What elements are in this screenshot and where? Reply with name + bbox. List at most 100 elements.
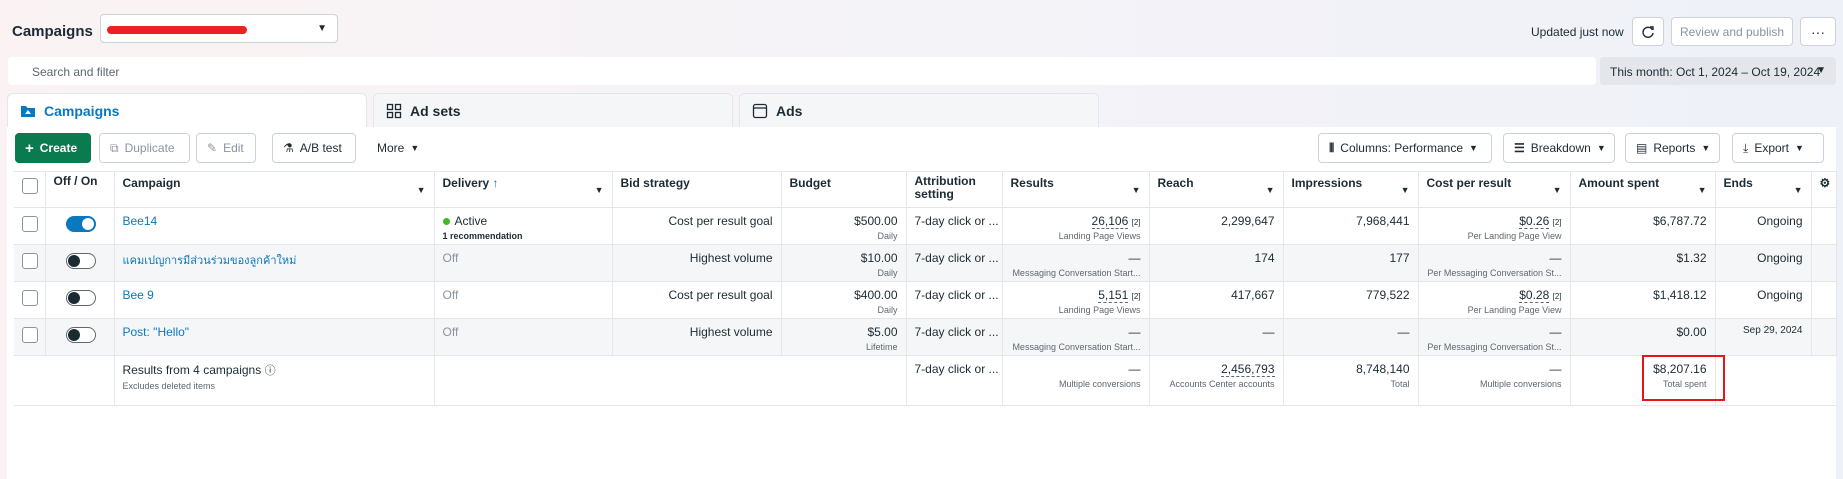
- summary-reach-type: Accounts Center accounts: [1169, 379, 1275, 389]
- ab-test-button[interactable]: ⚗ A/B test: [272, 133, 356, 163]
- header-cost-per-result[interactable]: Cost per result ▼: [1418, 171, 1571, 208]
- campaign-name-link[interactable]: Bee 9: [123, 288, 154, 302]
- toggle-cell[interactable]: [45, 207, 115, 245]
- header-campaign[interactable]: Campaign ▼: [114, 171, 435, 208]
- ad-account-select[interactable]: ▼: [100, 14, 338, 43]
- active-status-dot: [442, 218, 450, 225]
- edit-button[interactable]: ✎ Edit: [196, 133, 256, 163]
- attribution-cell: 7-day click or ...: [906, 244, 1003, 282]
- summary-results-cell: — Multiple conversions: [1002, 355, 1150, 406]
- header-label: Campaign: [122, 176, 181, 190]
- row-checkbox-cell[interactable]: [14, 281, 46, 319]
- budget-cell[interactable]: $400.00 Daily: [781, 281, 907, 319]
- campaign-name-cell[interactable]: Bee14: [114, 207, 435, 245]
- row-checkbox[interactable]: [22, 253, 38, 269]
- toggle-cell[interactable]: [45, 318, 115, 356]
- on-off-toggle[interactable]: [65, 327, 96, 343]
- results-value[interactable]: 26,106: [1091, 214, 1129, 229]
- summary-title: Results from 4 campaigns: [122, 363, 262, 377]
- table-row[interactable]: แคมเปญการมีส่วนร่วมของลูกค้าใหม่ Off Hig…: [14, 244, 1837, 282]
- row-checkbox-cell[interactable]: [14, 244, 46, 282]
- on-off-toggle[interactable]: [65, 290, 96, 306]
- more-menu-button[interactable]: More ▼: [367, 133, 437, 163]
- row-checkbox-cell[interactable]: [14, 318, 46, 356]
- budget-value: $500.00: [854, 214, 898, 228]
- tab-ads[interactable]: Ads: [739, 93, 1099, 128]
- chevron-down-icon: ▼: [1596, 143, 1606, 153]
- campaign-name-link[interactable]: Bee14: [123, 214, 158, 228]
- on-off-toggle[interactable]: [65, 253, 96, 269]
- columns-button[interactable]: ⦀ Columns: Performance ▼: [1318, 133, 1492, 163]
- empty-cell: [612, 355, 781, 406]
- chevron-down-icon[interactable]: ▼: [1132, 185, 1141, 195]
- breakdown-button[interactable]: ☰ Breakdown ▼: [1503, 133, 1615, 163]
- refresh-button[interactable]: [1632, 17, 1664, 46]
- chevron-down-icon[interactable]: ▼: [1698, 185, 1707, 195]
- header-label: Delivery: [442, 176, 490, 190]
- row-checkbox[interactable]: [22, 327, 38, 343]
- reach-cell: —: [1149, 318, 1284, 356]
- search-input[interactable]: Search and filter: [8, 57, 1596, 85]
- column-settings[interactable]: ⚙: [1811, 171, 1837, 208]
- header-amount-spent[interactable]: Amount spent ▼: [1570, 171, 1716, 208]
- chevron-down-icon[interactable]: ▼: [1553, 185, 1562, 195]
- date-range-picker[interactable]: This month: Oct 1, 2024 – Oct 19, 2024 ▼: [1600, 57, 1836, 85]
- table-header-row: Off / On Campaign ▼ Delivery ↑ ▼ Bid strat…: [14, 171, 1837, 208]
- budget-cell[interactable]: $5.00 Lifetime: [781, 318, 907, 356]
- campaign-name-cell[interactable]: แคมเปญการมีส่วนร่วมของลูกค้าใหม่: [114, 244, 435, 282]
- chevron-down-icon[interactable]: ▼: [417, 185, 426, 195]
- header-ends[interactable]: Ends ▼: [1715, 171, 1812, 208]
- select-all-checkbox[interactable]: [22, 178, 38, 194]
- reports-button[interactable]: ▤ Reports ▼: [1625, 133, 1720, 163]
- create-button[interactable]: + Create: [15, 133, 91, 163]
- chevron-down-icon[interactable]: ▼: [1266, 185, 1275, 195]
- campaign-name-cell[interactable]: Bee 9: [114, 281, 435, 319]
- header-results[interactable]: Results ▼: [1002, 171, 1150, 208]
- recommendation-link[interactable]: 1 recommendation: [443, 231, 604, 241]
- summary-impressions-type: Total: [1390, 379, 1410, 389]
- on-off-toggle[interactable]: [65, 216, 96, 232]
- select-all-header[interactable]: [14, 171, 46, 208]
- row-checkbox[interactable]: [22, 216, 38, 232]
- summary-impressions-cell: 8,748,140 Total: [1283, 355, 1419, 406]
- toggle-cell[interactable]: [45, 244, 115, 282]
- tab-campaigns[interactable]: Campaigns: [7, 93, 367, 128]
- cost-type: Per Landing Page View: [1467, 305, 1562, 315]
- bid-strategy-cell: Highest volume: [612, 244, 782, 282]
- table-row[interactable]: Bee 9 Off Cost per result goal $400.00 Da…: [14, 281, 1837, 319]
- more-options-button[interactable]: ···: [1800, 17, 1836, 46]
- header-budget[interactable]: Budget: [781, 171, 907, 208]
- row-checkbox-cell[interactable]: [14, 207, 46, 245]
- header-attribution[interactable]: Attribution setting: [906, 171, 1003, 208]
- review-and-publish-button[interactable]: Review and publish: [1671, 17, 1793, 46]
- chevron-down-icon: ▼: [1469, 143, 1478, 153]
- ends-cell: Ongoing: [1715, 281, 1812, 319]
- tab-ad-sets[interactable]: Ad sets: [373, 93, 733, 128]
- cost-value[interactable]: $0.28: [1519, 288, 1550, 303]
- summary-reach-value[interactable]: 2,456,793: [1221, 362, 1275, 377]
- budget-cell[interactable]: $500.00 Daily: [781, 207, 907, 245]
- header-bid-strategy[interactable]: Bid strategy: [612, 171, 782, 208]
- row-checkbox[interactable]: [22, 290, 38, 306]
- duplicate-button[interactable]: ⧉ Duplicate: [99, 133, 190, 163]
- header-impressions[interactable]: Impressions ▼: [1283, 171, 1419, 208]
- results-value[interactable]: 5,151: [1098, 288, 1129, 303]
- campaign-name-link[interactable]: แคมเปญการมีส่วนร่วมของลูกค้าใหม่: [123, 254, 297, 267]
- export-button[interactable]: ⤓ Export ▼: [1732, 133, 1824, 163]
- header-reach[interactable]: Reach ▼: [1149, 171, 1284, 208]
- chevron-down-icon[interactable]: ▼: [595, 185, 604, 195]
- cost-value[interactable]: $0.26: [1519, 214, 1550, 229]
- campaign-name-link[interactable]: Post: "Hello": [123, 325, 190, 339]
- toggle-cell[interactable]: [45, 281, 115, 319]
- header-delivery[interactable]: Delivery ↑ ▼: [434, 171, 613, 208]
- budget-cell[interactable]: $10.00 Daily: [781, 244, 907, 282]
- settings-icon[interactable]: ⚙: [1820, 176, 1831, 190]
- campaign-name-cell[interactable]: Post: "Hello": [114, 318, 435, 356]
- bid-strategy-cell: Highest volume: [612, 318, 782, 356]
- table-row[interactable]: Post: "Hello" Off Highest volume $5.00 Li…: [14, 318, 1837, 356]
- info-icon[interactable]: ⓘ: [265, 365, 276, 377]
- table-row[interactable]: Bee14 Active 1 recommendation Cost per re…: [14, 207, 1837, 245]
- chevron-down-icon[interactable]: ▼: [1401, 185, 1410, 195]
- attribution-cell: 7-day click or ...: [906, 318, 1003, 356]
- chevron-down-icon[interactable]: ▼: [1794, 185, 1803, 195]
